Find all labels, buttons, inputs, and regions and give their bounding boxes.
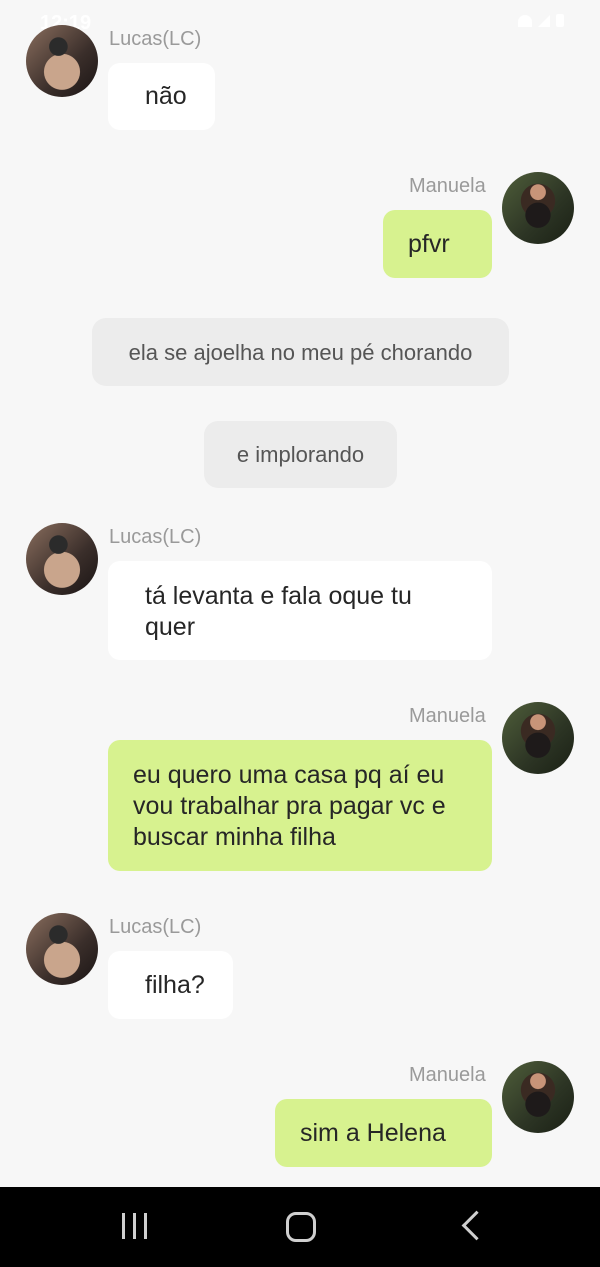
narration-bubble[interactable]: e implorando <box>204 421 397 488</box>
message-bubble-outgoing[interactable]: pfvr <box>383 210 492 278</box>
avatar-lucas[interactable] <box>26 25 98 97</box>
avatar-manuela[interactable] <box>502 1061 574 1133</box>
message-bubble-incoming[interactable]: filha? <box>108 951 233 1019</box>
avatar-lucas[interactable] <box>26 913 98 985</box>
message-bubble-outgoing[interactable]: eu quero uma casa pq aí eu vou trabalhar… <box>108 740 492 871</box>
navigation-bar <box>0 1187 600 1267</box>
narration-bubble[interactable]: ela se ajoelha no meu pé chorando <box>92 318 509 386</box>
recents-icon[interactable] <box>118 1209 152 1245</box>
avatar-lucas[interactable] <box>26 523 98 595</box>
sender-name: Lucas(LC) <box>109 526 202 548</box>
avatar-manuela[interactable] <box>502 172 574 244</box>
avatar-manuela[interactable] <box>502 702 574 774</box>
message-bubble-outgoing[interactable]: sim a Helena <box>275 1099 492 1167</box>
back-icon[interactable] <box>458 1209 492 1245</box>
message-bubble-incoming[interactable]: tá levanta e fala oque tu quer <box>108 561 492 660</box>
message-bubble-incoming[interactable]: não <box>108 63 215 130</box>
sender-name: Manuela <box>409 705 486 727</box>
sender-name: Manuela <box>409 175 486 197</box>
sender-name: Lucas(LC) <box>109 28 202 50</box>
sender-name: Lucas(LC) <box>109 916 202 938</box>
home-icon[interactable] <box>286 1212 316 1242</box>
sender-name: Manuela <box>409 1064 486 1086</box>
chat-area[interactable]: Lucas(LC) não Manuela pfvr ela se ajoelh… <box>0 0 600 1187</box>
